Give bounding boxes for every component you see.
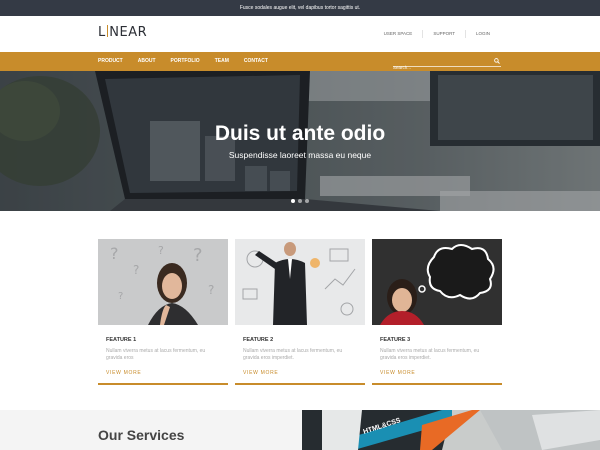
feature-title: FEATURE 1	[106, 337, 137, 343]
feature-card: ? ? ? ? ? ? FEATURE 1 Nullam viverra met…	[98, 239, 228, 385]
announcement-text: Fusce sodales augue elit, vel dapibus to…	[239, 5, 361, 11]
svg-text:?: ?	[208, 283, 214, 297]
slider-pagination	[291, 199, 309, 203]
hero-slider: Duis ut ante odio Suspendisse laoreet ma…	[0, 71, 600, 211]
logo-text-left: L	[98, 25, 106, 40]
feature-card: FEATURE 2 Nullam viverra metus at lacus …	[235, 239, 365, 385]
services-panel: Our Services	[0, 410, 302, 450]
nav-menu: PRODUCT ABOUT PORTFOLIO TEAM CONTACT	[98, 52, 283, 71]
view-more-link[interactable]: VIEW MORE	[243, 370, 365, 376]
services-title: Our Services	[98, 427, 185, 443]
thought-cloud-illustration	[372, 239, 502, 325]
services-image: HTML&CSS	[302, 410, 600, 450]
feature-card: FEATURE 3 Nullam viverra metus at lacus …	[372, 239, 502, 385]
nav-item-contact[interactable]: CONTACT	[244, 52, 268, 71]
svg-text:?: ?	[158, 244, 164, 257]
hero-subtitle: Suspendisse laoreet massa eu neque	[228, 150, 372, 160]
svg-text:?: ?	[118, 291, 123, 302]
features-section: ? ? ? ? ? ? FEATURE 1 Nullam viverra met…	[98, 239, 502, 385]
svg-text:?: ?	[133, 263, 139, 277]
view-more-link[interactable]: VIEW MORE	[106, 370, 228, 376]
feature-image-businessman	[235, 239, 365, 325]
view-more-link[interactable]: VIEW MORE	[380, 370, 502, 376]
user-space-link[interactable]: USER SPACE	[374, 30, 423, 38]
nav-item-team[interactable]: TEAM	[215, 52, 229, 71]
svg-text:?: ?	[193, 245, 203, 266]
books-illustration: HTML&CSS	[302, 410, 600, 450]
slider-dot-2[interactable]	[298, 199, 302, 203]
feature-text: Nullam viverra metus at lacus fermentum,…	[380, 348, 480, 361]
feature-image-thinking-woman: ? ? ? ? ? ?	[98, 239, 228, 325]
feature-text: Nullam viverra metus at lacus fermentum,…	[106, 348, 206, 361]
nav-item-about[interactable]: ABOUT	[138, 52, 156, 71]
feature-image-chalkboard	[372, 239, 502, 325]
login-link[interactable]: LOGIN	[464, 30, 500, 38]
slider-dot-1[interactable]	[291, 199, 295, 203]
nav-item-product[interactable]: PRODUCT	[98, 52, 123, 71]
business-doodles-illustration	[235, 239, 365, 325]
search-box	[393, 56, 501, 73]
site-logo[interactable]: L NEAR	[98, 25, 147, 40]
services-section: Our Services HTML&CSS	[0, 410, 600, 450]
support-link[interactable]: SUPPORT	[422, 30, 465, 38]
feature-title: FEATURE 2	[243, 337, 274, 343]
nav-item-portfolio[interactable]: PORTFOLIO	[171, 52, 200, 71]
main-nav: PRODUCT ABOUT PORTFOLIO TEAM CONTACT	[0, 52, 600, 73]
slider-dot-3[interactable]	[305, 199, 309, 203]
logo-text-right: NEAR	[109, 25, 148, 40]
svg-text:?: ?	[110, 244, 119, 263]
utility-nav: USER SPACE SUPPORT LOGIN	[374, 30, 500, 38]
feature-title: FEATURE 3	[380, 337, 411, 343]
site-header: L NEAR USER SPACE SUPPORT LOGIN	[0, 16, 600, 52]
feature-text: Nullam viverra metus at lacus fermentum,…	[243, 348, 343, 361]
hero-title: Duis ut ante odio	[214, 122, 386, 145]
question-marks-illustration: ? ? ? ? ? ?	[98, 239, 228, 325]
search-icon[interactable]	[494, 58, 500, 64]
announcement-bar: Fusce sodales augue elit, vel dapibus to…	[0, 0, 600, 16]
